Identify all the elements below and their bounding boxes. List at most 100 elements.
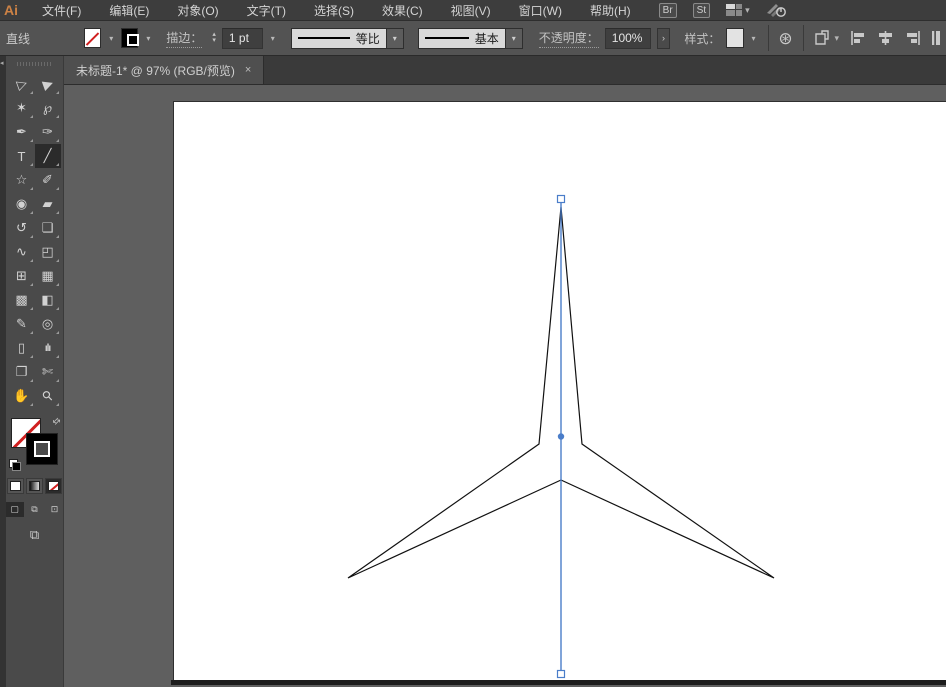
width-tool[interactable]: ∿ bbox=[9, 240, 35, 264]
menu-item-2[interactable]: 对象(O) bbox=[163, 2, 232, 19]
menu-item-4[interactable]: 选择(S) bbox=[300, 2, 368, 19]
align-group bbox=[851, 31, 940, 45]
slice-tool[interactable]: ✄ bbox=[35, 360, 61, 384]
style-swatch[interactable] bbox=[726, 28, 744, 48]
chevron-down-icon: ▾ bbox=[834, 32, 839, 43]
swap-fill-stroke-icon[interactable]: ⇆ bbox=[50, 415, 63, 428]
center-point-dot[interactable] bbox=[557, 433, 565, 440]
eyedropper-tool[interactable]: ✎ bbox=[9, 312, 35, 336]
type-tool[interactable]: T bbox=[9, 144, 35, 168]
workspace-switcher-icon[interactable]: ▾ bbox=[726, 4, 750, 16]
stock-button[interactable]: St bbox=[692, 2, 711, 18]
shape-builder-tool[interactable]: ⊞ bbox=[9, 264, 35, 288]
gradient-button[interactable] bbox=[26, 478, 43, 494]
eyedropper-tool-icon: ✎ bbox=[16, 316, 27, 331]
recolor-artwork-icon[interactable]: ⊛ bbox=[778, 30, 792, 47]
paintbrush-tool[interactable]: ✐ bbox=[35, 168, 61, 192]
scale-tool[interactable]: ❏ bbox=[35, 216, 61, 240]
draw-normal-icon[interactable]: ▢ bbox=[5, 502, 24, 517]
artboard-tool[interactable]: ❐ bbox=[9, 360, 35, 384]
stroke-width-stepper[interactable]: ▴ ▾ bbox=[212, 31, 216, 44]
stroke-width-field[interactable]: 1 pt bbox=[221, 27, 263, 49]
brush-line-preview bbox=[424, 37, 469, 39]
panel-grip[interactable] bbox=[16, 60, 53, 68]
menu-item-8[interactable]: 帮助(H) bbox=[576, 2, 645, 19]
align-top-icon[interactable] bbox=[931, 31, 940, 45]
fill-stroke-proxy: ⇆ bbox=[8, 415, 63, 471]
fill-chevron-icon[interactable]: ▾ bbox=[107, 32, 115, 45]
artboard[interactable] bbox=[173, 101, 946, 680]
stroke-proxy-black[interactable] bbox=[25, 433, 58, 465]
left-dock-edge[interactable]: ◂ bbox=[0, 56, 6, 687]
style-chevron-icon[interactable]: ▾ bbox=[750, 32, 758, 45]
direct-selection-tool-icon: ▶ bbox=[40, 74, 55, 93]
menu-item-5[interactable]: 效果(C) bbox=[368, 2, 437, 19]
artboard-tool-icon: ❐ bbox=[15, 364, 28, 379]
mesh-tool[interactable]: ▩ bbox=[9, 288, 35, 312]
tools-grid: ▷ ▶ ✶ ℘ ✒ ✑ T ╱ ☆ ✐ ◉ ▰ ↺ ❏ ∿ ◰ ⊞ ▦ ▩ ◧ ✎ ◎ ▯ ılı ❐ ✄ ✋ ⚲ bbox=[9, 72, 61, 408]
opacity-panel-link[interactable]: 不透明度： bbox=[538, 29, 599, 48]
fill-color-swatch[interactable] bbox=[84, 28, 102, 48]
stroke-color-swatch[interactable] bbox=[121, 28, 140, 48]
draw-inside-icon[interactable]: ⊡ bbox=[46, 502, 64, 517]
star-shape-tool[interactable]: ☆ bbox=[9, 168, 35, 192]
perspective-grid-tool[interactable]: ▦ bbox=[35, 264, 61, 288]
drawing-mode-buttons: ▢ ⧉ ⊡ bbox=[5, 502, 64, 517]
selection-tool[interactable]: ▷ bbox=[9, 72, 35, 96]
pen-tool-icon: ✒ bbox=[16, 124, 27, 139]
eraser-tool[interactable]: ▰ bbox=[35, 192, 61, 216]
document-setup-dropdown[interactable]: ▾ bbox=[813, 30, 839, 46]
opacity-field[interactable]: 100% bbox=[604, 27, 651, 49]
brush-definition-dropdown[interactable]: 基本 ▾ bbox=[417, 27, 523, 49]
tab-close-icon[interactable]: × bbox=[245, 64, 251, 76]
draw-behind-icon[interactable]: ⧉ bbox=[26, 502, 44, 517]
rotate-tool[interactable]: ↺ bbox=[9, 216, 35, 240]
gradient-tool[interactable]: ◧ bbox=[35, 288, 61, 312]
menu-item-1[interactable]: 编辑(E) bbox=[95, 2, 163, 19]
menu-item-3[interactable]: 文字(T) bbox=[233, 2, 300, 19]
line-segment-tool[interactable]: ╱ bbox=[34, 144, 61, 168]
line-segment-tool-icon: ╱ bbox=[43, 148, 52, 163]
bridge-button[interactable]: Br bbox=[658, 2, 677, 18]
menu-item-7[interactable]: 窗口(W) bbox=[505, 2, 576, 19]
magic-wand-tool[interactable]: ✶ bbox=[9, 96, 35, 120]
align-left-icon[interactable] bbox=[851, 31, 866, 45]
brush-chevron-icon: ▾ bbox=[505, 27, 523, 49]
align-center-icon[interactable] bbox=[878, 31, 893, 45]
curvature-pen-tool-icon: ✑ bbox=[42, 124, 53, 139]
default-fill-stroke-icon[interactable] bbox=[8, 459, 21, 471]
blob-brush-tool[interactable]: ◉ bbox=[9, 192, 35, 216]
stroke-chevron-icon[interactable]: ▾ bbox=[144, 32, 152, 45]
illustrator-window: Ai 文件(F) 编辑(E) 对象(O) 文字(T) 选择(S) 效果(C) 视图(V) 窗口… bbox=[0, 0, 946, 687]
none-button[interactable] bbox=[45, 478, 62, 494]
cs-live-icon[interactable] bbox=[766, 3, 786, 17]
stroke-panel-link[interactable]: 描边： bbox=[166, 29, 203, 48]
opacity-next-icon[interactable]: › bbox=[656, 27, 671, 49]
curvature-pen-tool[interactable]: ✑ bbox=[35, 120, 61, 144]
document-tab[interactable]: 未标题-1* @ 97% (RGB/预览) × bbox=[64, 56, 265, 84]
lasso-tool-icon: ℘ bbox=[42, 100, 53, 115]
anchor-top[interactable] bbox=[556, 194, 566, 204]
menu-item-6[interactable]: 视图(V) bbox=[437, 2, 505, 19]
brush-value: 基本 bbox=[474, 31, 499, 46]
hand-tool[interactable]: ✋ bbox=[9, 384, 35, 408]
free-transform-tool[interactable]: ◰ bbox=[35, 240, 61, 264]
width-profile-dropdown[interactable]: 等比 ▾ bbox=[290, 27, 404, 49]
free-transform-tool-icon: ◰ bbox=[41, 244, 54, 259]
anchor-bottom[interactable] bbox=[556, 669, 566, 679]
stroke-width-chevron-icon[interactable]: ▾ bbox=[269, 32, 277, 45]
direct-selection-tool[interactable]: ▶ bbox=[35, 72, 61, 96]
selection-tool-icon: ▷ bbox=[14, 74, 29, 93]
screen-mode-icon[interactable]: ⧉ bbox=[30, 527, 39, 543]
blend-tool[interactable]: ◎ bbox=[35, 312, 61, 336]
symbol-sprayer-tool[interactable]: ▯ bbox=[9, 336, 35, 360]
pen-tool[interactable]: ✒ bbox=[9, 120, 35, 144]
column-graph-tool[interactable]: ılı bbox=[35, 336, 61, 360]
color-button[interactable] bbox=[7, 478, 24, 494]
canvas-viewport[interactable] bbox=[64, 85, 946, 687]
menu-item-0[interactable]: 文件(F) bbox=[28, 2, 95, 19]
shape-builder-tool-icon: ⊞ bbox=[16, 268, 27, 283]
align-right-icon[interactable] bbox=[905, 31, 920, 45]
lasso-tool[interactable]: ℘ bbox=[35, 96, 61, 120]
zoom-tool[interactable]: ⚲ bbox=[35, 384, 61, 408]
